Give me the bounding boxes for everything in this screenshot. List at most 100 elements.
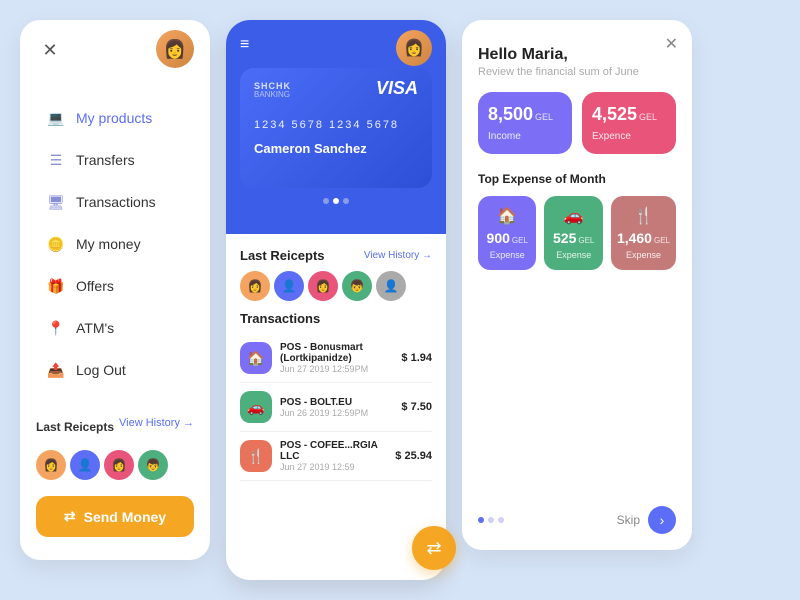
- expense-label: Expence: [592, 131, 666, 142]
- last-receipts-header: Last Reicepts View History →: [36, 404, 194, 442]
- atm-icon: 📍: [46, 318, 66, 338]
- card-dots: [240, 198, 432, 204]
- pagination-dot[interactable]: [488, 517, 494, 523]
- sidebar-item-label: My money: [76, 236, 141, 252]
- home-icon: 🏠: [497, 206, 517, 226]
- my-products-icon: 💻: [46, 108, 66, 128]
- income-amount: 8,500: [488, 104, 533, 125]
- sidebar-item-my-money[interactable]: 🪙 My money: [36, 226, 194, 262]
- expense-unit: GEL: [654, 236, 670, 245]
- expense-unit: GEL: [639, 112, 657, 122]
- close-button[interactable]: ✕: [36, 36, 64, 64]
- transaction-date: Jun 26 2019 12:59PM: [280, 408, 393, 418]
- transactions-title: Transactions: [240, 311, 432, 326]
- last-receipts-title: Last Reicepts: [36, 420, 114, 434]
- expense-card-car: 🚗 525 GEL Expense: [544, 196, 602, 270]
- income-label: Income: [488, 131, 562, 142]
- expense-unit: GEL: [512, 236, 528, 245]
- transaction-amount: $ 25.94: [395, 450, 432, 462]
- last-receipts-label: Last Reicepts: [240, 248, 325, 263]
- my-money-icon: 🪙: [46, 234, 66, 254]
- skip-button[interactable]: ›: [648, 506, 676, 534]
- transaction-icon: 🏠: [240, 342, 272, 374]
- transactions-icon: 🖥: [46, 192, 66, 212]
- top-expense-title: Top Expense of Month: [478, 172, 676, 186]
- visa-logo: VISA: [376, 78, 418, 99]
- receipts-avatars: 👩 👤 👩 👦: [36, 450, 194, 480]
- card-dot[interactable]: [323, 198, 329, 204]
- fab-button[interactable]: ⇄: [412, 526, 456, 570]
- middle-panel-wrapper: ≡ 👩 SHCHK BANKING VISA 1234 5678 1234 56…: [226, 20, 446, 580]
- sidebar-item-transfers[interactable]: ☰ Transfers: [36, 142, 194, 178]
- card-dot[interactable]: [343, 198, 349, 204]
- expense-value: 525: [553, 230, 576, 246]
- last-receipts-row: Last Reicepts View History →: [240, 248, 432, 263]
- user-name: Maria,: [522, 46, 568, 63]
- card-header-avatar[interactable]: 👩: [396, 30, 432, 66]
- receipt-avatar: 👩: [36, 450, 66, 480]
- send-money-icon: ⇄: [64, 508, 76, 525]
- transactions-list: Transactions 🏠 POS - Bonusmart (Lortkipa…: [240, 311, 432, 481]
- right-close-button[interactable]: ✕: [665, 34, 678, 54]
- transaction-info: POS - BOLT.EU Jun 26 2019 12:59PM: [280, 397, 393, 418]
- avatar[interactable]: 👩: [156, 30, 194, 68]
- receipt-avatar: 👩: [240, 271, 270, 301]
- view-history-link[interactable]: View History →: [364, 250, 432, 261]
- card-dot-active[interactable]: [333, 198, 339, 204]
- receipt-avatar: 👩: [308, 271, 338, 301]
- panel-footer: Skip ›: [478, 490, 676, 534]
- receipt-avatar: 👦: [342, 271, 372, 301]
- card-holder-name: Cameron Sanchez: [254, 141, 418, 156]
- sidebar-item-label: Transactions: [76, 194, 156, 210]
- transaction-info: POS - COFEE...RGIA LLC Jun 27 2019 12:59: [280, 440, 387, 472]
- skip-area: Skip ›: [617, 506, 676, 534]
- sidebar-item-my-products[interactable]: 💻 My products: [36, 100, 194, 136]
- expense-value: 1,460: [617, 230, 652, 246]
- transfers-icon: ☰: [46, 150, 66, 170]
- transaction-name: POS - COFEE...RGIA LLC: [280, 440, 387, 462]
- sidebar-item-label: Transfers: [76, 152, 135, 168]
- transaction-amount: $ 1.94: [401, 352, 432, 364]
- visa-card: SHCHK BANKING VISA 1234 5678 1234 5678 C…: [240, 68, 432, 188]
- greeting-text: Hello Maria,: [478, 46, 676, 64]
- income-card: 8,500 GEL Income: [478, 92, 572, 154]
- expense-label: Expense: [490, 250, 525, 260]
- sidebar-item-transactions[interactable]: 🖥 Transactions: [36, 184, 194, 220]
- transaction-name: POS - BOLT.EU: [280, 397, 393, 408]
- receipts-avatars-mid: 👩 👤 👩 👦 👤: [240, 271, 432, 301]
- receipt-avatar: 👤: [70, 450, 100, 480]
- greeting-label: Hello: [478, 46, 522, 63]
- sidebar-item-label: Offers: [76, 278, 114, 294]
- sidebar-item-label: My products: [76, 110, 152, 126]
- transaction-icon: 🚗: [240, 391, 272, 423]
- expense-label: Expense: [626, 250, 661, 260]
- receipt-avatar: 👩: [104, 450, 134, 480]
- transaction-icon: 🍴: [240, 440, 272, 472]
- expense-amount: 4,525: [592, 104, 637, 125]
- logout-icon: 📤: [46, 360, 66, 380]
- sidebar-item-atms[interactable]: 📍 ATM's: [36, 310, 194, 346]
- card-header: ≡ 👩 SHCHK BANKING VISA 1234 5678 1234 56…: [226, 20, 446, 234]
- sidebar-item-label: ATM's: [76, 320, 114, 336]
- pagination-dot[interactable]: [478, 517, 484, 523]
- food-icon: 🍴: [634, 206, 654, 226]
- sidebar-item-offers[interactable]: 🎁 Offers: [36, 268, 194, 304]
- income-unit: GEL: [535, 112, 553, 122]
- sidebar-item-logout[interactable]: 📤 Log Out: [36, 352, 194, 388]
- pagination-dot[interactable]: [498, 517, 504, 523]
- expense-value: 900: [487, 230, 510, 246]
- right-panel: ✕ Hello Maria, Review the financial sum …: [462, 20, 692, 550]
- expense-label: Expense: [556, 250, 591, 260]
- card-number: 1234 5678 1234 5678: [254, 119, 418, 131]
- view-history-link[interactable]: View History →: [119, 417, 194, 429]
- transaction-item: 🏠 POS - Bonusmart (Lortkipanidze) Jun 27…: [240, 334, 432, 383]
- receipt-avatar: 👤: [376, 271, 406, 301]
- receipt-avatar: 👤: [274, 271, 304, 301]
- expense-card: 4,525 GEL Expence: [582, 92, 676, 154]
- offers-icon: 🎁: [46, 276, 66, 296]
- send-money-button[interactable]: ⇄ Send Money: [36, 496, 194, 537]
- expense-cards: 🏠 900 GEL Expense 🚗 525 GEL Expense 🍴 1,…: [478, 196, 676, 270]
- sidebar-nav: 💻 My products ☰ Transfers 🖥 Transactions…: [36, 100, 194, 388]
- stats-row: 8,500 GEL Income 4,525 GEL Expence: [478, 92, 676, 154]
- send-money-label: Send Money: [84, 509, 166, 525]
